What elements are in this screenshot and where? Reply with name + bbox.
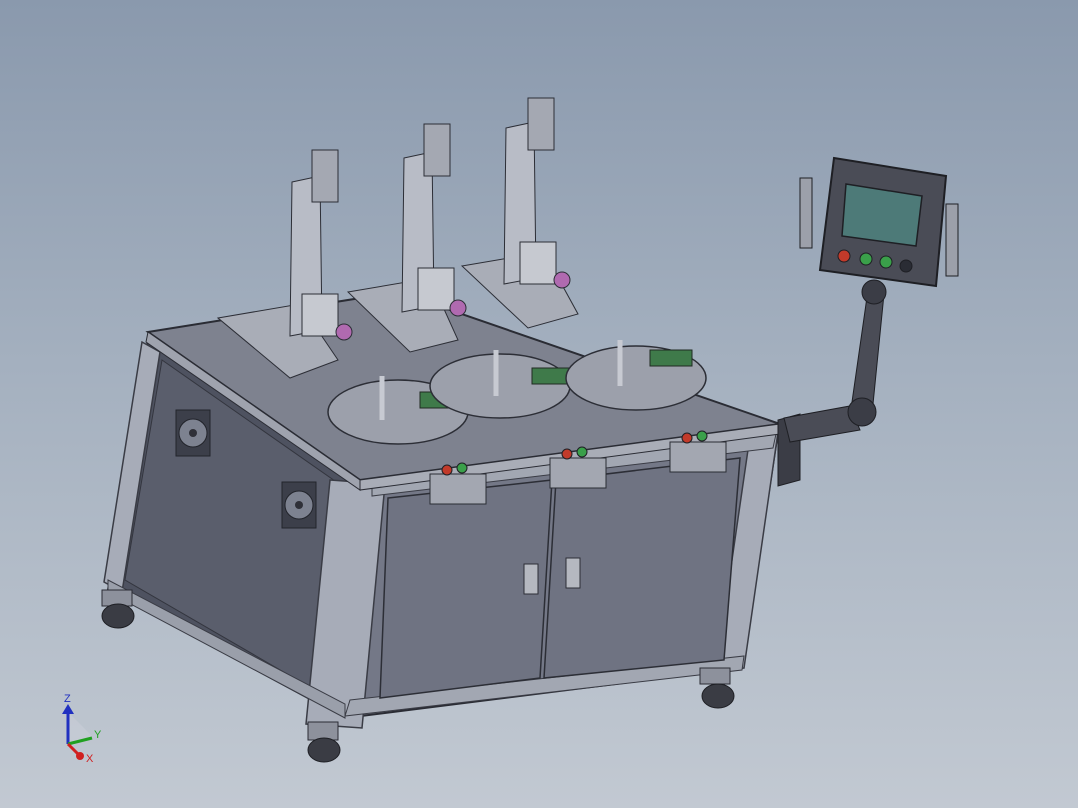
z-axis-arrow: [62, 704, 74, 714]
caster-wheel-front-right: [699, 667, 735, 709]
motor-block-1: [301, 293, 339, 337]
door-handle-left[interactable]: [523, 563, 539, 595]
column-cap-2: [423, 123, 451, 177]
cad-viewport[interactable]: Z Y X: [0, 0, 1078, 808]
spindle-3: [553, 271, 571, 289]
x-axis-dot: [76, 752, 84, 760]
hmi-button-selector[interactable]: [899, 259, 913, 273]
motor-block-3: [519, 241, 557, 285]
x-axis-label: X: [86, 753, 94, 765]
caster-wheel-back-left: [101, 589, 135, 629]
hmi-button-red[interactable]: [837, 249, 851, 263]
spindle-1: [335, 323, 353, 341]
clamp-arm-3: [649, 349, 693, 367]
arm-joint: [847, 397, 877, 427]
column-cap-1: [311, 149, 339, 203]
door-handle-right[interactable]: [565, 557, 581, 589]
spindle-2: [449, 299, 467, 317]
hmi-handle-left[interactable]: [799, 177, 813, 249]
motor-block-2: [417, 267, 455, 311]
z-axis-label: Z: [64, 693, 71, 705]
rotary-plate-2[interactable]: [429, 353, 571, 419]
hmi-handle-right[interactable]: [945, 203, 959, 277]
arm-upper-segment: [851, 289, 885, 415]
arm-top-joint: [861, 279, 887, 305]
cooling-fan-upper: [175, 409, 211, 457]
hmi-arm[interactable]: [777, 279, 887, 487]
hmi-button-green-2[interactable]: [879, 255, 893, 269]
hmi-button-green-1[interactable]: [859, 252, 873, 266]
caster-wheel-front-left: [307, 721, 341, 763]
y-axis-label: Y: [94, 729, 102, 741]
orientation-triad[interactable]: Z Y X: [62, 693, 102, 765]
cad-model-canvas[interactable]: Z Y X: [0, 0, 1078, 808]
hmi-control-panel[interactable]: [799, 156, 959, 288]
column-cap-3: [527, 97, 555, 151]
cooling-fan-lower: [281, 481, 317, 529]
